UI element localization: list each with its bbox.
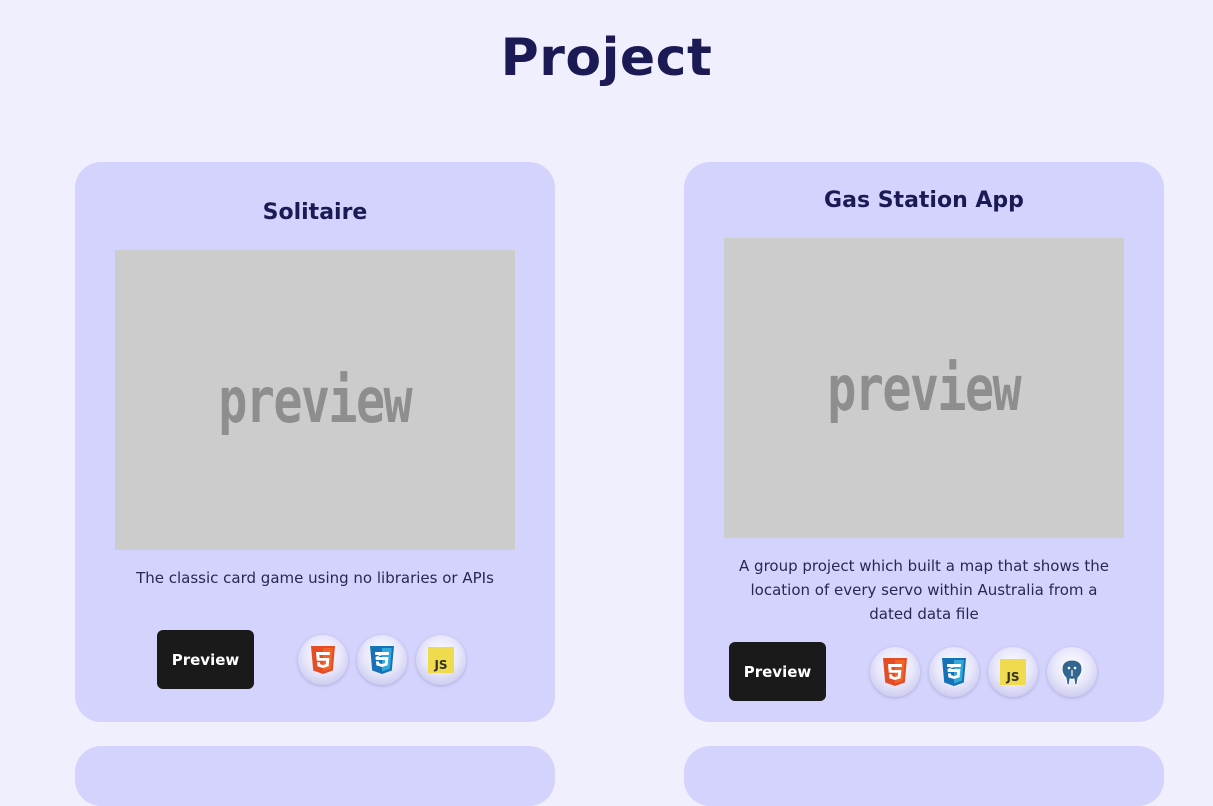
javascript-icon: JS bbox=[416, 635, 466, 685]
page-title: Project bbox=[500, 28, 713, 88]
preview-button[interactable]: Preview bbox=[729, 642, 826, 701]
project-card-solitaire: Solitaire preview The classic card game … bbox=[75, 162, 555, 722]
project-description: The classic card game using no libraries… bbox=[136, 569, 494, 587]
project-description: A group project which built a map that s… bbox=[739, 557, 1109, 623]
project-card bbox=[684, 746, 1164, 806]
html5-icon bbox=[870, 647, 920, 697]
project-title: Gas Station App bbox=[824, 188, 1024, 213]
preview-placeholder-text: preview bbox=[827, 351, 1022, 425]
preview-image[interactable]: preview bbox=[115, 250, 515, 550]
postgresql-icon bbox=[1047, 647, 1097, 697]
preview-image[interactable]: preview bbox=[724, 238, 1124, 538]
svg-text:JS: JS bbox=[1005, 670, 1019, 684]
javascript-icon: JS bbox=[988, 647, 1038, 697]
project-title: Solitaire bbox=[262, 200, 368, 225]
preview-placeholder-text: preview bbox=[218, 363, 413, 437]
html5-icon bbox=[298, 635, 348, 685]
project-card-gas-station-app: Gas Station App preview A group project … bbox=[684, 162, 1164, 722]
css3-icon bbox=[357, 635, 407, 685]
svg-text:JS: JS bbox=[433, 658, 447, 672]
project-card bbox=[75, 746, 555, 806]
preview-button[interactable]: Preview bbox=[157, 630, 254, 689]
css3-icon bbox=[929, 647, 979, 697]
